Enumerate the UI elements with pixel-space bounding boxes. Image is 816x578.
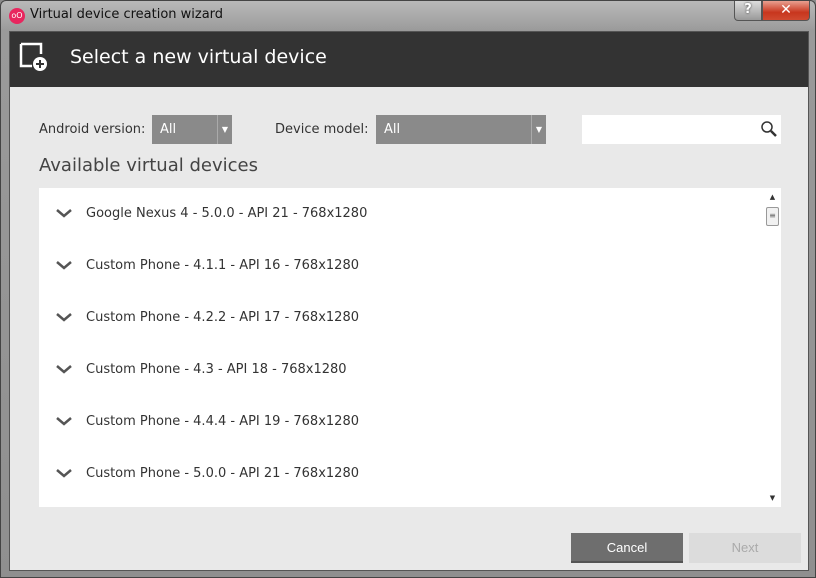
device-name: Custom Phone - 4.1.1 - API 16 - 768x1280: [86, 258, 359, 273]
device-list-item[interactable]: Custom Phone - 4.3 - API 18 - 768x1280: [39, 344, 763, 396]
search-input[interactable]: [582, 115, 781, 144]
app-icon: oO: [9, 8, 25, 24]
header: Select a new virtual device: [10, 32, 808, 87]
chevron-down-icon[interactable]: [55, 260, 73, 270]
chevron-down-icon: ▼: [217, 115, 232, 144]
chevron-down-icon[interactable]: [55, 468, 73, 478]
window-title: Virtual device creation wizard: [30, 7, 224, 22]
chevron-down-icon: ▼: [531, 115, 546, 144]
wizard-content: Select a new virtual device Android vers…: [9, 31, 809, 571]
chevron-down-icon[interactable]: [55, 208, 73, 218]
section-title: Available virtual devices: [39, 155, 258, 176]
android-version-label: Android version:: [39, 122, 146, 137]
android-version-select[interactable]: All ▼: [152, 115, 232, 144]
page-title: Select a new virtual device: [70, 46, 327, 68]
scrollbar[interactable]: ▲ ≡ ▼: [764, 188, 781, 507]
device-list-item[interactable]: Custom Phone - 4.1.1 - API 16 - 768x1280: [39, 240, 763, 292]
device-name: Google Nexus 4 - 5.0.0 - API 21 - 768x12…: [86, 206, 368, 221]
device-name: Custom Phone - 4.3 - API 18 - 768x1280: [86, 362, 347, 377]
device-model-value: All: [384, 122, 401, 137]
device-list-item[interactable]: Custom Phone - 4.2.2 - API 17 - 768x1280: [39, 292, 763, 344]
scroll-down-arrow[interactable]: ▼: [764, 491, 781, 505]
close-button[interactable]: ✕: [762, 1, 810, 21]
device-model-select[interactable]: All ▼: [376, 115, 546, 144]
help-button[interactable]: ?: [734, 1, 762, 21]
scroll-up-arrow[interactable]: ▲: [764, 190, 781, 204]
window: oO Virtual device creation wizard ? ✕ Se…: [0, 0, 816, 578]
device-list-item[interactable]: Custom Phone - 5.0.0 - API 21 - 768x1280: [39, 448, 763, 500]
device-list: Google Nexus 4 - 5.0.0 - API 21 - 768x12…: [39, 188, 781, 507]
chevron-down-icon[interactable]: [55, 364, 73, 374]
cancel-button[interactable]: Cancel: [571, 533, 683, 563]
device-name: Custom Phone - 4.2.2 - API 17 - 768x1280: [86, 310, 359, 325]
device-model-label: Device model:: [275, 122, 369, 137]
chevron-down-icon[interactable]: [55, 416, 73, 426]
device-name: Custom Phone - 4.4.4 - API 19 - 768x1280: [86, 414, 359, 429]
chevron-down-icon[interactable]: [55, 312, 73, 322]
device-list-item[interactable]: Google Nexus 4 - 5.0.0 - API 21 - 768x12…: [39, 188, 763, 240]
search-icon[interactable]: [760, 120, 778, 138]
android-version-value: All: [160, 122, 177, 137]
device-name: Custom Phone - 5.0.0 - API 21 - 768x1280: [86, 466, 359, 481]
scroll-thumb[interactable]: ≡: [766, 207, 779, 226]
device-list-item[interactable]: Custom Phone - 4.4.4 - API 19 - 768x1280: [39, 396, 763, 448]
next-button[interactable]: Next: [689, 533, 801, 563]
add-device-icon: [19, 42, 47, 71]
